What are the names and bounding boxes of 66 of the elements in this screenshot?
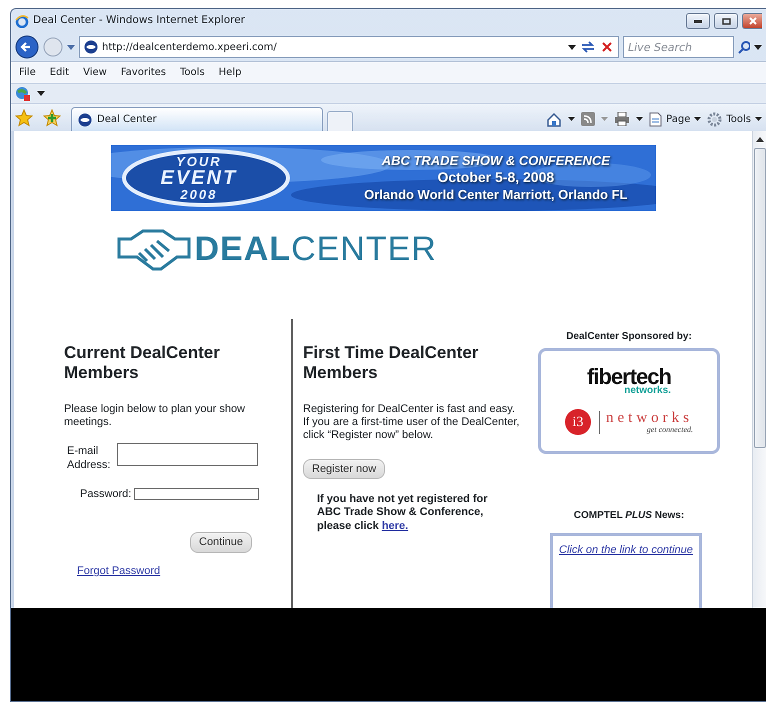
registration-note: If you have not yet registered for ABC Trade Show & Conference, please click here. (317, 493, 489, 533)
menu-item[interactable]: View (83, 65, 107, 80)
browser-logo-icon (15, 14, 29, 28)
close-icon (748, 17, 756, 25)
continue-button[interactable]: Continue (190, 532, 252, 553)
news-heading: COMPTEL PLUS News: (572, 509, 686, 523)
dropdown-arrow-icon (755, 117, 762, 121)
printer-icon[interactable] (614, 112, 630, 126)
maximize-button[interactable] (714, 13, 738, 29)
intro-text: Please login below to plan your show meetings. (64, 403, 246, 430)
sponsor-logo: fibertech networks. (587, 366, 671, 396)
maximize-icon (722, 18, 730, 24)
forgot-password-link[interactable]: Forgot Password (77, 562, 291, 580)
register-button[interactable]: Register now (303, 458, 386, 480)
banner-text: Orlando World Center Marriott, Orlando FL (364, 186, 628, 203)
badge-text: 2008 (179, 188, 218, 201)
window-title: Deal Center - Windows Internet Explorer (33, 13, 245, 28)
scroll-up-icon[interactable] (756, 137, 764, 142)
dropdown-arrow-icon (694, 117, 702, 121)
add-favorite-icon[interactable] (43, 109, 61, 127)
home-icon[interactable] (546, 112, 562, 126)
globe-icon[interactable] (15, 86, 31, 102)
banner-title: ABC TRADE SHOW & CONFERENCE (380, 153, 612, 170)
logo-text: DEALCENTER (194, 232, 437, 266)
browser-tab[interactable]: Deal Center (71, 107, 323, 131)
badge-text: YOUR (175, 155, 223, 168)
intro-text: Registering for DealCenter is fast and easy. If you are a first-time user of the DealCenter, click “Register now” below. (303, 403, 520, 443)
badge-title: EVENT (160, 168, 238, 188)
refresh-icon[interactable] (580, 40, 596, 54)
minimize-icon (694, 20, 702, 22)
close-button[interactable] (742, 13, 762, 29)
menu-item[interactable]: Edit (50, 65, 70, 80)
search-field[interactable]: Live Search (623, 36, 734, 58)
command-button[interactable]: Page (649, 112, 702, 126)
here-link[interactable]: here. (382, 520, 408, 532)
feed-icon[interactable] (581, 112, 596, 126)
favorites-star-icon[interactable] (15, 109, 33, 127)
field-label: Password: (80, 486, 132, 502)
menu-item[interactable]: Favorites (120, 65, 166, 80)
section-heading: Current DealCenter Members (64, 343, 221, 384)
menu-item[interactable]: Tools (180, 65, 205, 80)
dropdown-arrow-icon[interactable] (568, 44, 576, 50)
sponsor-logo: i3 networks get connected. (565, 409, 693, 436)
gear-icon (707, 112, 722, 126)
command-button[interactable]: Tools (707, 112, 762, 126)
back-icon[interactable] (15, 35, 39, 59)
dropdown-arrow-icon[interactable] (636, 117, 644, 121)
dropdown-arrow-icon[interactable] (37, 91, 45, 96)
email-field[interactable] (117, 443, 258, 466)
field-label: E-mail Address: (67, 445, 112, 472)
dropdown-arrow-icon[interactable] (568, 117, 576, 121)
minimize-button[interactable] (686, 13, 710, 29)
dropdown-arrow-icon[interactable] (754, 44, 762, 50)
banner-text: October 5-8, 2008 (436, 169, 556, 187)
scroll-thumb[interactable] (754, 148, 766, 448)
scrollbar[interactable] (752, 131, 766, 608)
menu-item[interactable]: File (19, 65, 36, 80)
menu-item[interactable]: Help (218, 65, 242, 80)
section-heading: First Time DealCenter Members (303, 343, 480, 384)
stop-icon[interactable] (600, 40, 614, 54)
news-link[interactable]: Click on the link to continue (559, 542, 693, 558)
handshake-icon (116, 227, 190, 271)
search-icon[interactable] (738, 40, 750, 54)
password-field[interactable] (134, 488, 260, 500)
address-field[interactable]: http://dealcenterdemo.xpeeri.com/ (79, 36, 619, 58)
sponsor-heading: DealCenter Sponsored by: (565, 330, 693, 344)
